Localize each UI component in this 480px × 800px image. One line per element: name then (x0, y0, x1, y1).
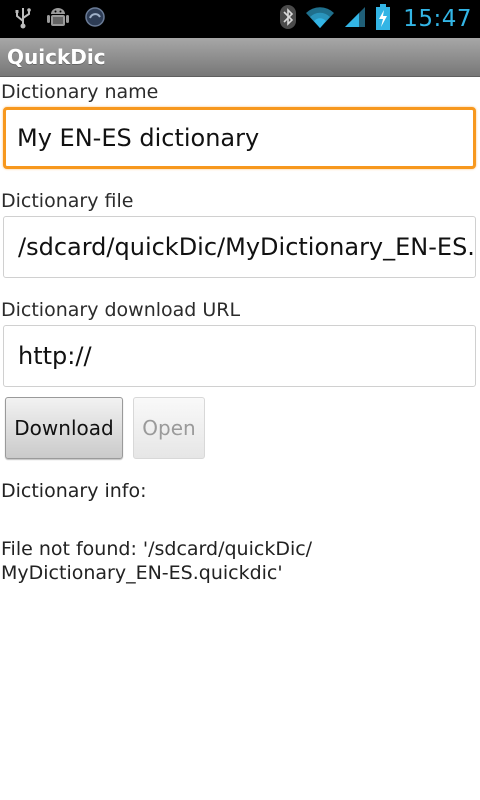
action-bar: QuickDic (0, 38, 480, 77)
dictionary-url-input[interactable] (3, 325, 476, 387)
dictionary-info-line-2: MyDictionary_EN-ES.quickdic' (1, 562, 283, 584)
dictionary-url-label: Dictionary download URL (1, 299, 241, 321)
battery-charging-icon (375, 3, 391, 35)
android-debug-icon (46, 4, 70, 34)
dictionary-info-line-1: File not found: '/sdcard/quickDic/ (1, 538, 313, 560)
dictionary-info-label: Dictionary info: (1, 480, 147, 502)
dictionary-file-label: Dictionary file (1, 190, 134, 212)
app-notification-icon (84, 6, 106, 32)
bluetooth-icon (279, 4, 297, 34)
notification-icons (14, 6, 106, 32)
app-title: QuickDic (7, 45, 106, 69)
system-status: 15:47 (279, 0, 472, 38)
usb-icon (14, 5, 32, 33)
status-bar: 15:47 (0, 0, 480, 38)
wifi-icon (305, 5, 335, 33)
download-button[interactable]: Download (5, 397, 123, 459)
signal-icon (343, 5, 367, 33)
dictionary-name-label: Dictionary name (1, 81, 159, 103)
dictionary-name-input[interactable] (3, 107, 476, 169)
status-clock: 15:47 (403, 6, 472, 32)
open-button[interactable]: Open (133, 397, 205, 459)
dictionary-file-input[interactable] (3, 216, 476, 278)
